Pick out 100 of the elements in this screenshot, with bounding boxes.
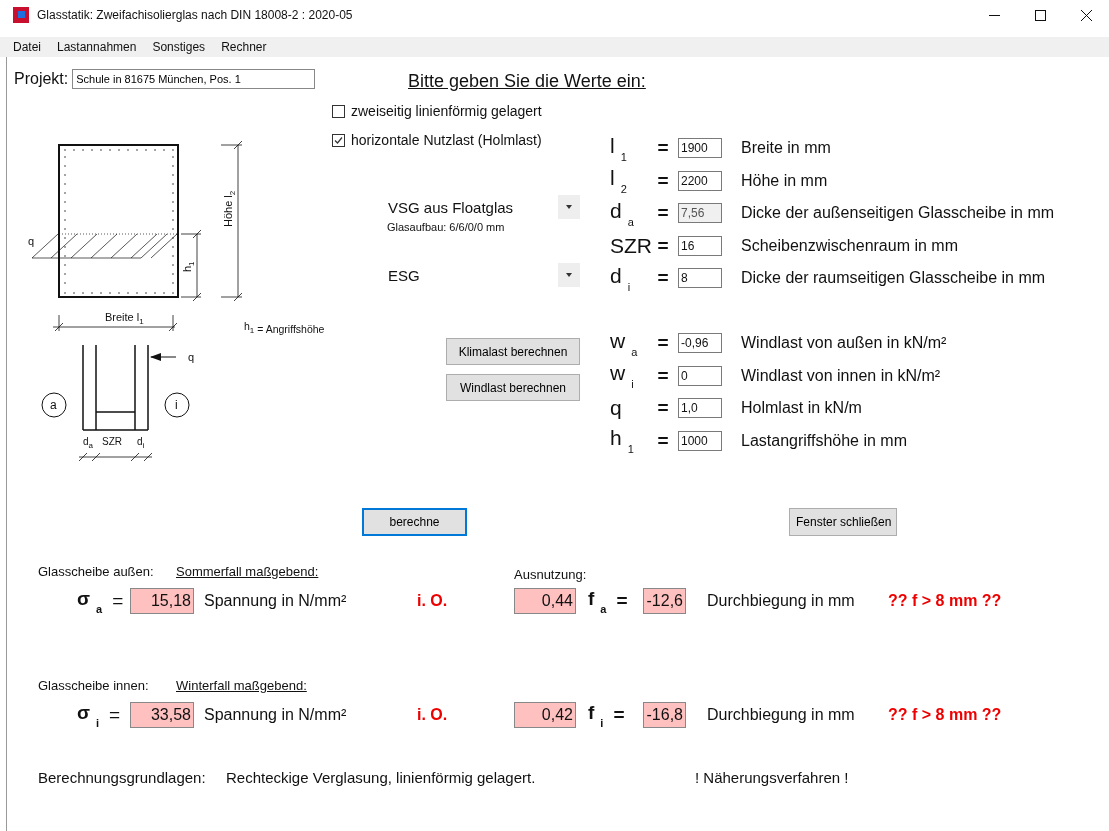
warning-text: ?? f > 8 mm ?? — [888, 592, 1003, 610]
footer-label: Berechnungsgrundlagen: — [38, 769, 207, 786]
load-label: q — [28, 235, 35, 247]
field-label: Windlast von außen in kN/m² — [740, 334, 948, 353]
caret-icon — [566, 273, 572, 277]
symbol-label: w$_{i}$ — [609, 361, 635, 391]
equals-sign: = — [112, 590, 124, 612]
field-label: Scheibenzwischenraum in mm — [740, 236, 959, 255]
checkbox[interactable] — [332, 104, 345, 118]
warning-text: ?? f > 8 mm ?? — [888, 706, 1003, 724]
equals-sign: = — [616, 590, 628, 612]
glass-type-dropdown[interactable]: VSG aus Floatglas — [388, 195, 580, 219]
input-field[interactable]: 8 — [678, 268, 722, 289]
unit-label: Durchbiegung in mm — [707, 592, 856, 610]
action-button[interactable]: Fenster schließen — [789, 508, 897, 536]
symbol-label: d$_{i}$ — [609, 263, 632, 293]
result-value: -12,6 — [643, 588, 686, 614]
project-field[interactable]: Schule in 81675 München, Pos. 1 — [72, 69, 316, 89]
dimension-label: Breite l$_{1}$ — [105, 311, 144, 326]
result-value: 15,18 — [130, 588, 194, 614]
equals-sign: = — [656, 429, 670, 452]
side-label: i — [175, 398, 178, 412]
side-label: a — [50, 398, 57, 412]
input-field[interactable]: -0,96 — [678, 333, 722, 354]
layer-note: Glasaufbau: 6/6/0/0 mm — [387, 221, 506, 233]
symbol-label: σ$_{a}$ — [77, 587, 103, 615]
equals-sign: = — [656, 397, 670, 420]
dimension-label: SZR — [102, 436, 122, 447]
result-value: 33,58 — [130, 702, 194, 728]
unit-label: Spannung in N/mm² — [203, 592, 348, 610]
equals-sign: = — [656, 234, 670, 257]
menu-item[interactable]: Lastannahmen — [49, 40, 145, 54]
close-icon[interactable] — [1080, 9, 1092, 21]
equals-sign: = — [656, 332, 670, 355]
symbol-label: q — [609, 396, 623, 421]
dimension-label: d$_{i}$ — [137, 436, 145, 450]
symbol-label: f$_{a}$ — [588, 587, 607, 615]
input-field[interactable]: 1900 — [678, 138, 722, 159]
result-value: 0,44 — [514, 588, 576, 614]
equals-sign: = — [613, 704, 625, 726]
side-circle — [41, 392, 67, 418]
column-label: Ausnutzung: — [514, 567, 587, 582]
load-case-label: Winterfall maßgebend: — [176, 678, 308, 693]
field-label: Dicke der außenseitigen Glasscheibe in mm — [740, 204, 1055, 223]
caret-icon — [566, 205, 572, 209]
footer-text: Rechteckige Verglasung, linienförmig gelagert. — [226, 769, 537, 786]
symbol-label: d$_{a}$ — [609, 198, 635, 228]
field-label: Lastangriffshöhe in mm — [740, 431, 908, 450]
symbol-label: w$_{a}$ — [609, 328, 639, 358]
equals-sign: = — [656, 202, 670, 225]
status-text: i. O. — [417, 706, 449, 724]
checkbox-label: horizontale Nutzlast (Holmlast) — [351, 132, 542, 148]
status-text: i. O. — [417, 592, 449, 610]
symbol-label: h$_{1}$ — [609, 426, 635, 456]
field-label: Breite in mm — [740, 139, 832, 158]
glass-type-dropdown[interactable]: ESG — [388, 263, 580, 287]
equals-sign: = — [656, 137, 670, 160]
field-label: Höhe in mm — [740, 171, 829, 190]
footer-note: ! Näherungsverfahren ! — [695, 769, 849, 786]
field-label: Dicke der raumseitigen Glasscheibe in mm — [740, 269, 1047, 288]
field-label: Windlast von innen in kN/m² — [740, 366, 942, 385]
maximize-icon[interactable] — [1034, 9, 1046, 21]
pane-label: Glasscheibe außen: — [38, 564, 155, 579]
menu-item[interactable]: Rechner — [213, 40, 275, 54]
load-arrow-icon — [150, 353, 177, 361]
unit-label: Durchbiegung in mm — [707, 706, 856, 724]
equals-sign: = — [656, 267, 670, 290]
menu-item[interactable]: Datei — [5, 40, 49, 54]
project-label: Projekt: — [14, 70, 69, 88]
load-case-label: Sommerfall maßgebend: — [176, 564, 320, 579]
pane-label: Glasscheibe innen: — [38, 678, 150, 693]
legend-text: h$_{1}$ = Angriffshöhe — [244, 320, 325, 335]
input-field[interactable]: 1,0 — [678, 398, 722, 419]
menu-item[interactable]: Sonstiges — [144, 40, 214, 54]
result-value: 0,42 — [514, 702, 576, 728]
window-title: Glasstatik: Zweifachisolierglas nach DIN 18008-2 : 2020-05 — [37, 8, 353, 22]
side-circle — [164, 392, 190, 418]
action-button[interactable]: berechne — [362, 508, 467, 536]
input-field[interactable]: 2200 — [678, 170, 722, 191]
form-heading: Bitte geben Sie die Werte ein: — [408, 71, 647, 92]
symbol-label: l$_{2}$ — [609, 166, 628, 196]
calculate-button[interactable]: Klimalast berechnen — [446, 338, 580, 365]
input-field[interactable]: 16 — [678, 235, 722, 256]
equals-sign: = — [656, 169, 670, 192]
symbol-label: f$_{i}$ — [588, 701, 604, 729]
symbol-label: l$_{1}$ — [609, 133, 628, 163]
symbol-label: σ$_{i}$ — [77, 701, 100, 729]
field-label: Holmlast in kN/m — [740, 399, 863, 418]
equals-sign: = — [109, 704, 121, 726]
load-label: q — [188, 351, 195, 363]
unit-label: Spannung in N/mm² — [203, 706, 348, 724]
dimension-label: d$_{a}$ — [83, 436, 93, 450]
checkbox[interactable] — [332, 133, 345, 147]
app-icon — [13, 7, 29, 23]
calculate-button[interactable]: Windlast berechnen — [446, 374, 580, 401]
input-field[interactable]: 1000 — [678, 430, 722, 451]
input-field[interactable]: 0 — [678, 365, 722, 386]
equals-sign: = — [656, 364, 670, 387]
result-value: -16,8 — [643, 702, 686, 728]
checkbox-label: zweiseitig linienförmig gelagert — [351, 103, 542, 119]
